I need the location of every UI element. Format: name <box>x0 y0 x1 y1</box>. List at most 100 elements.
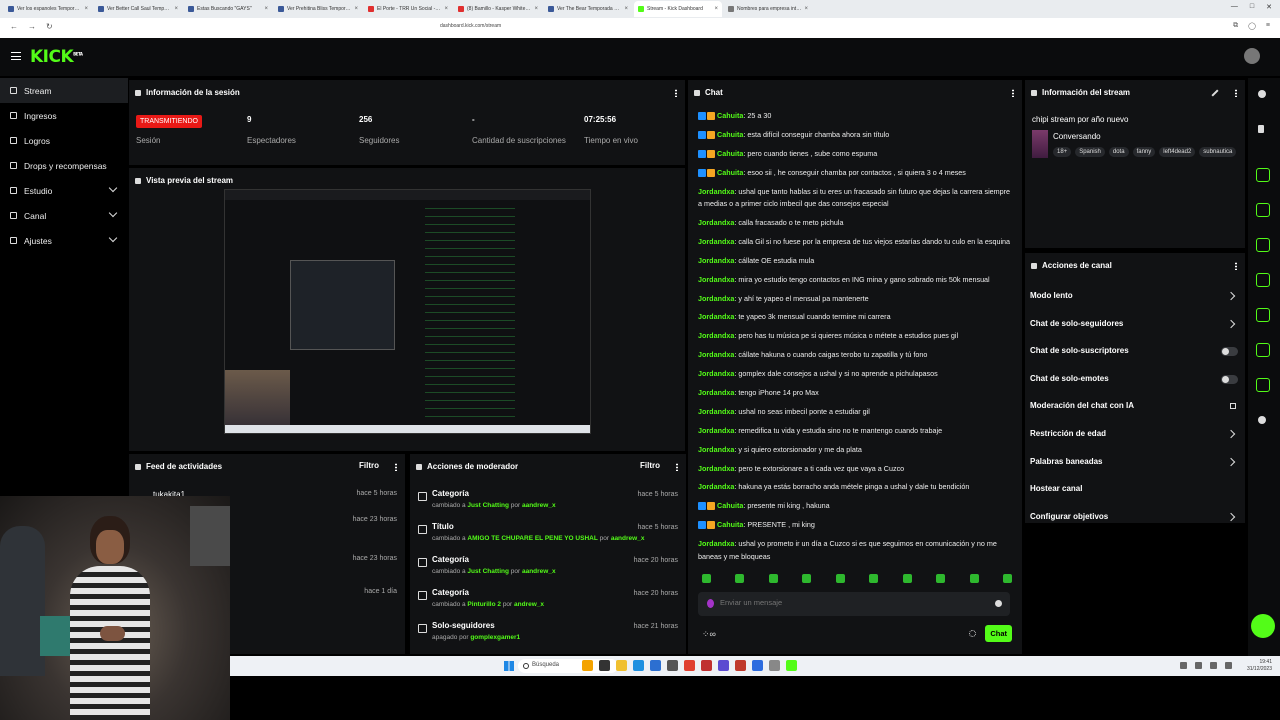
chat-username[interactable]: Jordandxa <box>698 187 734 196</box>
browser-tab[interactable]: Stream - Kick Dashboard × <box>634 1 722 17</box>
minimize-icon[interactable]: — <box>1231 3 1238 11</box>
mod-action-row[interactable]: Título cambiado a AMIGO TE CHUPARE EL PE… <box>410 522 686 552</box>
smiley-icon[interactable] <box>995 600 1002 607</box>
toggle-switch[interactable] <box>1221 347 1238 357</box>
app-icon[interactable] <box>701 660 712 671</box>
chat-username[interactable]: Jordandxa <box>698 256 734 265</box>
browser-tab[interactable]: Nombres para empresa interna...× <box>724 1 812 17</box>
browser-tab[interactable]: El Porte - TRR Un Social - YouTube× <box>364 1 452 17</box>
chat-username[interactable]: Jordandxa <box>698 445 734 454</box>
chat-message[interactable]: Cahuita: pero cuando tienes , sube como … <box>698 148 1016 161</box>
chat-username[interactable]: Cahuita <box>717 130 743 139</box>
url-field[interactable]: dashboard.kick.com/stream <box>440 23 840 29</box>
chat-username[interactable]: Jordandxa <box>698 407 734 416</box>
chat-username[interactable]: Jordandxa <box>698 482 734 491</box>
emote-icon[interactable] <box>802 574 812 583</box>
app-icon[interactable] <box>752 660 763 671</box>
more-options-icon[interactable] <box>1012 89 1014 97</box>
send-chat-button[interactable]: Chat <box>985 625 1012 642</box>
channel-action-row[interactable]: Restricción de edad <box>1030 429 1240 443</box>
chat-message[interactable]: Jordandxa: hakuna ya estás borracho anda… <box>698 481 1016 494</box>
discord-icon[interactable] <box>718 660 729 671</box>
taskbar-clock[interactable]: 19:41 31/12/2023 <box>1247 659 1272 673</box>
app-icon[interactable] <box>667 660 678 671</box>
emote-icon[interactable] <box>735 574 745 583</box>
chat-username[interactable]: Cahuita <box>717 168 743 177</box>
chat-message[interactable]: Jordandxa: cállate hakuna o cuando caiga… <box>698 349 1016 362</box>
channel-action-row[interactable]: Hostear canal <box>1030 484 1240 498</box>
menu-icon[interactable]: ≡ <box>1266 22 1270 30</box>
browser-tab[interactable]: Ver Prehitina Bliss Temporada 2 Episo...… <box>274 1 362 17</box>
browser-tab[interactable]: Estas Buscando "GAYS" × <box>184 1 272 17</box>
channel-action-row[interactable]: Configurar objetivos <box>1030 512 1240 526</box>
chat-message[interactable]: Jordandxa: remedifica tu vida y estudia … <box>698 425 1016 438</box>
stream-tag[interactable]: 18+ <box>1053 147 1072 157</box>
browser-tab[interactable]: Ver los espanoles Temporada 9 Epi...× <box>4 1 92 17</box>
user-avatar[interactable] <box>1244 48 1260 64</box>
emote-icon[interactable] <box>936 574 946 583</box>
chat-message[interactable]: Jordandxa: y ahí te yapeo el mensual pa … <box>698 293 1016 306</box>
broadcast-icon[interactable] <box>1256 308 1270 322</box>
close-tab-icon[interactable]: × <box>84 6 88 12</box>
chat-username[interactable]: Cahuita <box>717 520 743 529</box>
mod-action-row[interactable]: Solo-seguidores apagado por gomplexgamer… <box>410 621 686 651</box>
emote-icon[interactable] <box>1002 574 1012 583</box>
chat-settings-icon[interactable] <box>969 630 976 637</box>
maximize-icon[interactable]: □ <box>1250 3 1254 11</box>
chat-message-input[interactable] <box>720 598 980 607</box>
chat-username[interactable]: Jordandxa <box>698 312 734 321</box>
filter-button[interactable]: Filtro <box>359 461 379 470</box>
document-icon[interactable] <box>1256 238 1270 252</box>
stream-tag[interactable]: Spanish <box>1075 147 1105 157</box>
chat-message[interactable]: Jordandxa: calla fracasado o te meto pic… <box>698 217 1016 230</box>
chat-message[interactable]: Jordandxa: pero te extorsionare a ti cad… <box>698 463 1016 476</box>
folder-icon[interactable] <box>616 660 627 671</box>
stream-tag[interactable]: subnautica <box>1199 147 1237 157</box>
chat-message[interactable]: Jordandxa: ushal no seas imbecil ponte a… <box>698 406 1016 419</box>
app-icon[interactable] <box>599 660 610 671</box>
app-icon[interactable] <box>735 660 746 671</box>
chat-message[interactable]: Jordandxa: gomplex dale consejos a ushal… <box>698 368 1016 381</box>
sidebar-item-ajustes[interactable]: Ajustes <box>0 228 128 253</box>
sidebar-item-canal[interactable]: Canal <box>0 203 128 228</box>
reload-icon[interactable]: ↻ <box>46 22 53 31</box>
more-options-icon[interactable] <box>676 463 678 471</box>
close-tab-icon[interactable]: × <box>354 6 358 12</box>
emote-picker-icon[interactable] <box>707 599 714 608</box>
close-tab-icon[interactable]: × <box>624 6 628 12</box>
mod-action-row[interactable]: Categoría cambiado a Just Chatting por a… <box>410 555 686 585</box>
browser-tab[interactable]: Ver The Bear Temporada 2 Episodio...× <box>544 1 632 17</box>
mod-action-row[interactable]: Categoría cambiado a Pinturillo 2 por an… <box>410 588 686 618</box>
sidebar-item-logros[interactable]: Logros <box>0 128 128 153</box>
channel-action-row[interactable]: Modo lento <box>1030 291 1240 305</box>
tray-icon[interactable] <box>1180 662 1187 669</box>
chat-username[interactable]: Jordandxa <box>698 350 734 359</box>
chat-username[interactable]: Jordandxa <box>698 275 734 284</box>
chat-username[interactable]: Jordandxa <box>698 388 734 397</box>
chat-username[interactable]: Jordandxa <box>698 331 734 340</box>
emote-icon[interactable] <box>869 574 879 583</box>
lightning-icon[interactable] <box>1256 203 1270 217</box>
forward-icon[interactable]: → <box>28 22 36 31</box>
close-tab-icon[interactable]: × <box>534 6 538 12</box>
more-options-icon[interactable] <box>1235 89 1237 97</box>
more-options-icon[interactable] <box>395 463 397 471</box>
toggle-switch[interactable] <box>1221 374 1238 384</box>
close-tab-icon[interactable]: × <box>714 6 718 12</box>
windows-start-icon[interactable] <box>504 661 514 671</box>
sidebar-item-estudio[interactable]: Estudio <box>0 178 128 203</box>
chat-message[interactable]: Jordandxa: calla Gil si no fuese por la … <box>698 236 1016 249</box>
browser-tab[interactable]: (8) Bamillo - Kasper White ft. Si...× <box>454 1 542 17</box>
chat-username[interactable]: Jordandxa <box>698 218 734 227</box>
pencil-icon[interactable] <box>1211 89 1219 97</box>
hamburger-menu-icon[interactable] <box>11 52 21 60</box>
chat-message[interactable]: Cahuita: 25 a 30 <box>698 110 1016 123</box>
chat-message[interactable]: Jordandxa: y si quiero extorsionador y m… <box>698 444 1016 457</box>
mod-action-row[interactable]: Categoría cambiado a Just Chatting por a… <box>410 489 686 519</box>
chat-message[interactable]: Cahuita: esoo sii , he conseguir chamba … <box>698 167 1016 180</box>
help-button[interactable] <box>1251 614 1275 638</box>
chat-username[interactable]: Cahuita <box>717 149 743 158</box>
emote-icon[interactable] <box>969 574 979 583</box>
pen-icon[interactable] <box>1258 125 1264 133</box>
chat-message[interactable]: Jordandxa: ushal que tanto hablas si tu … <box>698 186 1016 211</box>
